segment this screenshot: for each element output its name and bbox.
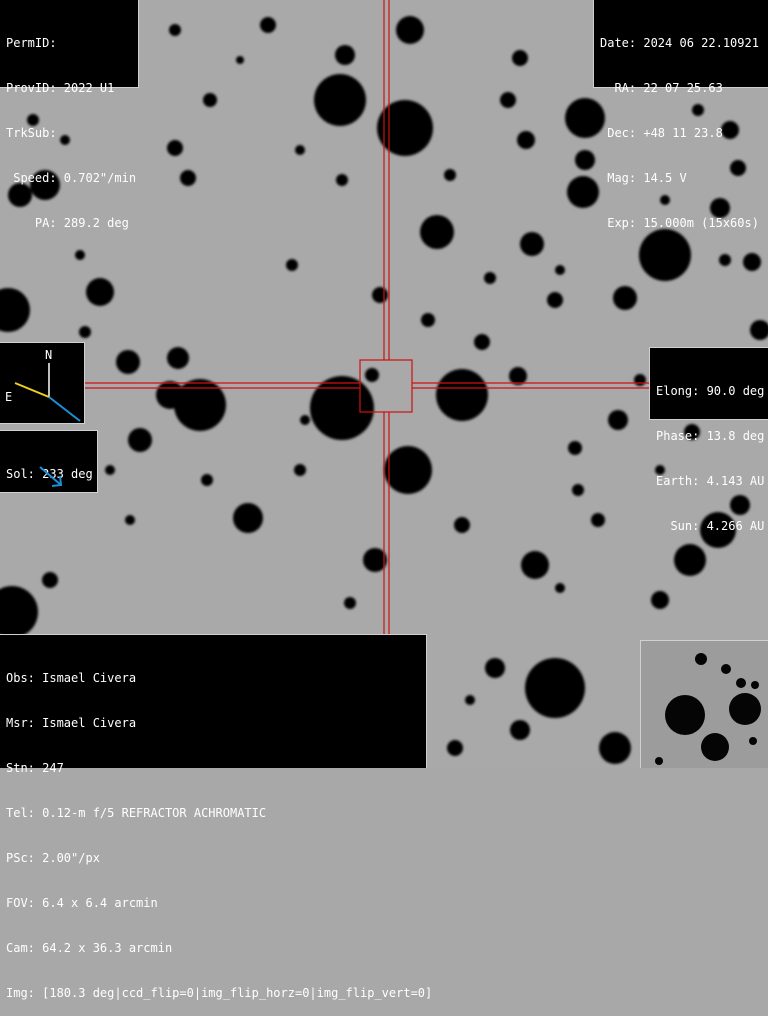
pa-text: PA: 289.2 deg: [6, 216, 129, 230]
cam-text: Cam: 64.2 x 36.3 arcmin: [6, 941, 173, 955]
msr-text: Msr: Ismael Civera: [6, 716, 137, 730]
dec-text: Dec: +48 11 23.8: [600, 126, 723, 140]
sun-direction-panel: Sol: 233 deg: [0, 430, 98, 493]
stn-text: Stn: 247: [6, 761, 64, 775]
speed-text: Speed: 0.702"/min: [6, 171, 137, 185]
obs-text: Obs: Ismael Civera: [6, 671, 137, 685]
sun-text: Sun: 4.266 AU: [656, 519, 765, 533]
object-info-panel: PermID: ProvID: 2022 U1 TrkSub: Speed: 0…: [0, 0, 139, 230]
psc-text: PSc: 2.00"/px: [6, 851, 100, 865]
provid-text: ProvID: 2022 U1: [6, 81, 115, 95]
sun-direction-arrow-icon: [39, 466, 63, 487]
compass-icon: [14, 363, 81, 422]
permid-text: PermID:: [6, 36, 57, 50]
elong-text: Elong: 90.0 deg: [656, 384, 765, 398]
exp-text: Exp: 15.000m (15x60s): [600, 216, 759, 230]
date-text: Date: 2024 06 22.10921: [600, 36, 759, 50]
fov-text: FOV: 6.4 x 6.4 arcmin: [6, 896, 158, 910]
geometry-info-panel: Elong: 90.0 deg Phase: 13.8 deg Earth: 4…: [649, 347, 768, 533]
img-text: Img: [180.3 deg|ccd_flip=0|img_flip_horz…: [6, 986, 433, 1000]
thumbnail-inset: [640, 640, 768, 768]
phase-text: Phase: 13.8 deg: [656, 429, 765, 443]
ra-text: RA: 22 07 25.63: [600, 81, 723, 95]
observation-info-panel: Date: 2024 06 22.10921 RA: 22 07 25.63 D…: [593, 0, 768, 230]
thumbnail-star-field: [641, 641, 768, 768]
equipment-info-panel: Obs: Ismael Civera Msr: Ismael Civera St…: [0, 634, 432, 1000]
earth-text: Earth: 4.143 AU: [656, 474, 765, 488]
tel-text: Tel: 0.12-m f/5 REFRACTOR ACHROMATIC: [6, 806, 267, 820]
trksub-text: TrkSub:: [6, 126, 57, 140]
compass-panel: N E: [0, 342, 85, 424]
mag-text: Mag: 14.5 V: [600, 171, 687, 185]
